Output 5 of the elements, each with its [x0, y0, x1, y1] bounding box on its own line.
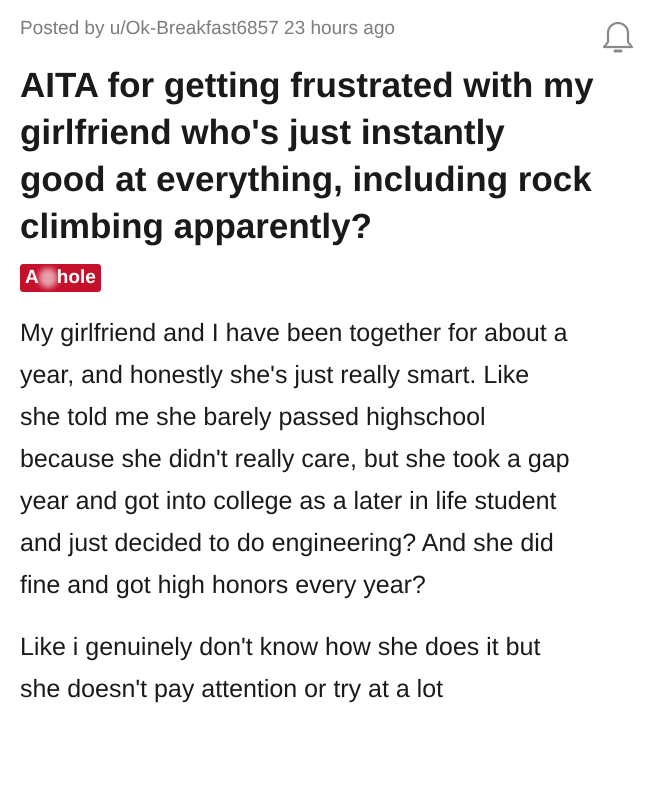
body-paragraph: Like i genuinely don't know how she does it but she doesn't pay attention or try at a lot: [20, 632, 542, 705]
post-meta: Posted by u/Ok-Breakfast6857 23 hours ago: [20, 17, 395, 41]
flair-tag: A hole: [20, 264, 101, 292]
post-title: AITA for getting frustrated with my girlfriend who's just instantly good at everything, including rock climbing apparently?: [20, 65, 595, 248]
body-paragraph: My girlfriend and I have been together for about a year, and honestly she's just really smart. Like she told me she barely passed highschool because she didn't really care, but she took a gap year and got into college as a later in life student and just decided to do engineering? And she did fine and got high honors every year?: [20, 318, 571, 601]
